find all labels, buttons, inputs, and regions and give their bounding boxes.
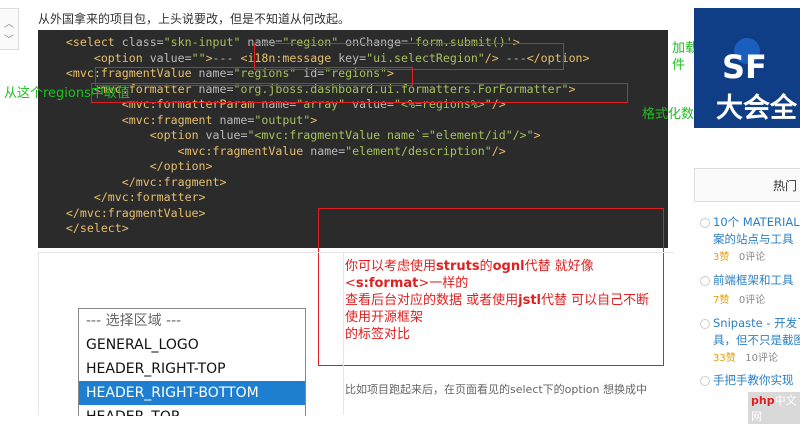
region-option[interactable]: GENERAL_LOGO xyxy=(79,333,305,357)
hot-item-title[interactable]: 手把手教你实现 xyxy=(713,372,794,388)
hot-item-title[interactable]: Snipaste - 开发了 xyxy=(713,315,800,331)
code-token: </mvc:fragment> xyxy=(121,174,227,189)
code-token: "output" xyxy=(254,112,311,127)
bullet-icon xyxy=(700,319,710,329)
code-token: > xyxy=(205,50,213,65)
code-token: /> xyxy=(491,143,506,158)
like-count: 33赞 xyxy=(713,353,736,364)
hot-section-header: 热门 xyxy=(694,168,800,202)
question-intro: 从外国拿来的项目包，上头说要改，但是不知道从何改起。 xyxy=(38,12,351,26)
like-count: 3赞 xyxy=(713,252,730,263)
chevron-up-icon: ︿ xyxy=(4,19,14,30)
region-option[interactable]: HEADER_RIGHT-TOP xyxy=(79,357,305,381)
region-option[interactable]: --- 选择区域 --- xyxy=(79,309,305,333)
bullet-icon xyxy=(700,218,710,228)
code-token: </option> xyxy=(149,159,213,173)
code-token: > xyxy=(533,128,541,142)
code-token: </select> xyxy=(65,221,129,235)
code-token: value= xyxy=(142,50,192,65)
code-line: <mvc:fragmentValue name="element/descrip… xyxy=(38,144,506,159)
i18n-highlight-box xyxy=(254,43,564,70)
code-token: name= xyxy=(303,143,346,158)
code-token: > xyxy=(310,112,318,127)
hot-item-title[interactable]: 前端框架和工具 xyxy=(713,272,794,288)
code-token: --- xyxy=(212,50,241,65)
region-listbox[interactable]: --- 选择区域 --- GENERAL_LOGO HEADER_RIGHT-TOP… xyxy=(78,308,306,416)
ad-subheadline: 大会全 xyxy=(716,93,797,124)
code-line: </mvc:formatter> xyxy=(38,190,206,205)
hot-item-meta: 7赞 0评论 xyxy=(713,291,765,306)
bullet-icon xyxy=(700,376,710,386)
side-toggle[interactable]: ︿ ﹀ xyxy=(0,8,19,50)
hot-item-title-cont[interactable]: 案的站点与工具 xyxy=(713,231,794,247)
watermark: php中文网 xyxy=(748,392,800,424)
watermark-logo: php xyxy=(751,394,775,407)
bullet-icon xyxy=(700,276,710,286)
code-token: <mvc:fragmentValue xyxy=(177,143,304,158)
code-token: </mvc:formatter> xyxy=(93,190,206,204)
sidebar-ad-banner[interactable]: SF 大会全 xyxy=(694,8,800,128)
code-line: </mvc:fragment> xyxy=(38,174,227,190)
code-token: <mvc:fragment xyxy=(121,112,213,127)
code-token: "" xyxy=(191,50,206,65)
code-line: </select> xyxy=(38,221,129,236)
ad-headline: SF xyxy=(722,48,767,86)
code-line: <mvc:fragment name="output"> xyxy=(38,113,317,128)
hot-item-meta: 3赞 0评论 xyxy=(713,248,765,263)
code-token: <select xyxy=(65,35,115,49)
comment-count: 0评论 xyxy=(738,252,766,263)
hot-item-title[interactable]: 10个 MATERIAL xyxy=(713,214,800,230)
question-continuation: 比如项目跑起来后，在页面看见的select下的option 想换成中 xyxy=(345,383,647,396)
region-option[interactable]: HEADER_TOP xyxy=(79,405,305,416)
code-token: value= xyxy=(198,128,248,142)
code-line: <option value="<mvc:fragmentValue name`=… xyxy=(38,128,541,143)
formatter-highlight-box xyxy=(91,83,628,103)
meta-spacer xyxy=(729,252,739,263)
code-token: name= xyxy=(212,112,255,127)
comment-count: 10评论 xyxy=(745,353,779,364)
code-line: </mvc:fragmentValue> xyxy=(38,206,206,221)
chevron-down-icon: ﹀ xyxy=(4,35,14,46)
code-token: </mvc:fragmentValue> xyxy=(65,205,206,220)
code-token: class= xyxy=(114,35,164,49)
answer-note: 你可以考虑使用struts的ognl代替 就好像<s:format>一样的 查看… xyxy=(345,259,650,342)
code-line: </option> xyxy=(38,159,213,174)
like-count: 7赞 xyxy=(713,295,730,306)
code-token: "skn-input" xyxy=(163,35,241,49)
code-token: "element/description" xyxy=(345,143,492,158)
region-option[interactable]: HEADER_RIGHT-BOTTOM xyxy=(79,381,305,405)
hot-item-title-cont[interactable]: 具，但不只是截图 xyxy=(713,332,800,348)
hot-label: 热门 xyxy=(773,179,798,193)
comment-count: 0评论 xyxy=(738,295,766,306)
code-token: <option xyxy=(149,128,199,142)
meta-spacer xyxy=(729,295,739,306)
hot-item-meta: 33赞 10评论 xyxy=(713,349,778,364)
code-token: <option xyxy=(93,50,143,65)
meta-spacer xyxy=(736,353,746,364)
annotation-regions-value: 从这个regions中取值 xyxy=(4,86,130,101)
code-token: "<mvc:fragmentValue name`="element/id"/>… xyxy=(247,128,534,142)
